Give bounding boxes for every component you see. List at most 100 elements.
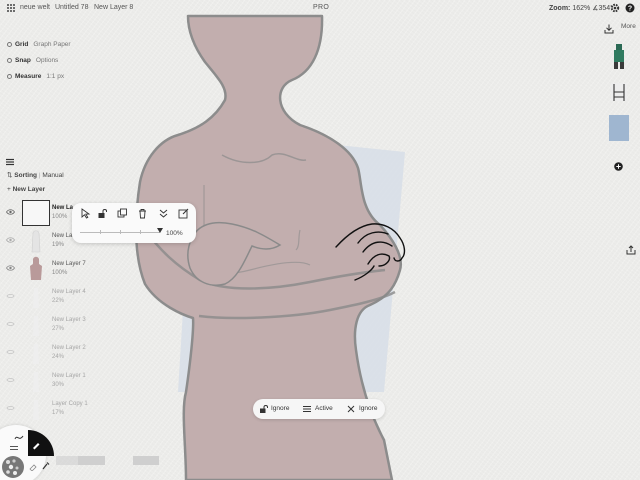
blend-mode-button[interactable]: Active xyxy=(315,405,333,412)
snap-value[interactable]: Options xyxy=(36,57,58,64)
scrubber-segment[interactable] xyxy=(133,456,159,465)
share-icon[interactable] xyxy=(626,242,636,255)
lock-open-icon xyxy=(260,405,268,413)
eye-icon[interactable] xyxy=(6,209,15,215)
reference-figure-thumbnail[interactable] xyxy=(609,43,629,69)
sort-icon: ⇅ xyxy=(7,172,13,179)
snap-radio[interactable] xyxy=(7,58,12,63)
grid-radio[interactable] xyxy=(7,42,12,47)
eye-closed-icon[interactable] xyxy=(6,293,15,299)
scrubber-segment[interactable] xyxy=(56,456,78,465)
add-reference-icon[interactable] xyxy=(614,158,623,171)
opacity-slider-thumb[interactable] xyxy=(157,228,163,233)
breadcrumb-layer[interactable]: New Layer 8 xyxy=(94,4,133,11)
layer-thumbnail xyxy=(22,256,50,282)
snap-toggle[interactable]: Snap Options xyxy=(7,57,58,64)
slider-tick xyxy=(120,230,121,234)
more-button[interactable]: More xyxy=(621,23,636,30)
select-icon[interactable] xyxy=(80,208,91,219)
help-icon[interactable]: ? xyxy=(625,3,635,13)
breadcrumb-separator: · xyxy=(48,4,51,11)
eye-closed-icon[interactable] xyxy=(6,321,15,327)
layer-row[interactable]: New Layer 1 30% xyxy=(4,368,86,394)
settings-gear-icon[interactable] xyxy=(610,3,620,13)
layer-name: New Layer 4 xyxy=(52,289,86,295)
layer-row[interactable]: New La 19% xyxy=(4,228,73,254)
layer-name: New La xyxy=(52,233,73,239)
layer-name: New La xyxy=(52,205,74,211)
layer-opacity: 22% xyxy=(52,298,65,304)
breadcrumb-canvas[interactable]: Untitled 78 xyxy=(55,4,88,11)
layer-name: New Layer 1 xyxy=(52,373,86,379)
gallery-grid-icon[interactable] xyxy=(6,3,16,13)
layer-opacity: 100% xyxy=(52,214,68,220)
layer-row[interactable]: New La 100% xyxy=(4,200,74,226)
trash-icon[interactable] xyxy=(137,208,148,219)
layer-row[interactable]: New Layer 2 24% xyxy=(4,340,86,366)
brush-icon[interactable] xyxy=(31,437,41,450)
layer-opacity: 24% xyxy=(52,354,65,360)
plus-icon: + xyxy=(7,186,11,193)
layers-menu-icon[interactable] xyxy=(6,153,14,166)
layer-name: New Layer 3 xyxy=(52,317,86,323)
measure-value[interactable]: 1:1 px xyxy=(46,73,64,80)
layer-name: Layer Copy 1 xyxy=(52,401,88,407)
layer-opacity: 17% xyxy=(52,410,65,416)
layer-thumbnail xyxy=(22,312,50,338)
snap-label: Snap xyxy=(15,57,31,64)
zoom-readout[interactable]: Zoom: 162% ∡354° xyxy=(549,4,613,12)
grid-label: Grid xyxy=(15,41,29,48)
scrubber-segment[interactable] xyxy=(78,456,105,465)
opacity-value: 100% xyxy=(166,230,183,237)
grid-toggle[interactable]: Grid Graph Paper xyxy=(7,41,71,48)
layer-row[interactable]: New Layer 7 100% xyxy=(4,256,86,282)
merge-down-icon[interactable] xyxy=(158,208,169,219)
new-layer-button[interactable]: + New Layer xyxy=(7,186,45,193)
measure-label: Measure xyxy=(15,73,42,80)
mask-icon xyxy=(347,405,355,413)
mask-mode-button[interactable]: Ignore xyxy=(359,405,377,412)
breadcrumb-separator: · xyxy=(88,4,91,11)
eye-icon[interactable] xyxy=(6,237,15,243)
export-icon[interactable] xyxy=(604,21,614,34)
eye-closed-icon[interactable] xyxy=(6,377,15,383)
layer-thumbnail xyxy=(22,368,50,394)
layer-thumbnail xyxy=(22,284,50,310)
svg-text:?: ? xyxy=(628,6,632,13)
unlock-icon[interactable] xyxy=(97,208,108,219)
eye-closed-icon[interactable] xyxy=(6,405,15,411)
size-slider-toggle[interactable] xyxy=(10,446,18,447)
eye-closed-icon[interactable] xyxy=(6,349,15,355)
breadcrumb-gallery[interactable]: neue welt xyxy=(20,4,50,11)
layer-row[interactable]: Layer Copy 1 17% xyxy=(4,396,88,422)
smudge-icon[interactable] xyxy=(14,429,24,440)
opacity-slider-toggle[interactable] xyxy=(10,449,18,450)
new-layer-label: New Layer xyxy=(12,186,46,193)
brush-preview-chip[interactable] xyxy=(2,456,24,478)
lock-mode-button[interactable]: Ignore xyxy=(271,405,289,412)
reference-color-swatch[interactable] xyxy=(609,115,629,141)
layer-name: New Layer 7 xyxy=(52,261,86,267)
layer-opacity: 100% xyxy=(52,270,68,276)
duplicate-icon[interactable] xyxy=(117,208,128,219)
measure-toggle[interactable]: Measure 1:1 px xyxy=(7,73,64,80)
blend-mode-icon xyxy=(303,406,311,412)
reference-chair-thumbnail[interactable] xyxy=(609,79,629,105)
sorting-divider: | xyxy=(38,172,41,179)
layer-opacity: 30% xyxy=(52,382,65,388)
zoom-value: 162% ∡354° xyxy=(572,5,613,12)
layer-opacity: 27% xyxy=(52,326,65,332)
edit-icon[interactable] xyxy=(178,208,189,219)
eye-icon[interactable] xyxy=(6,265,15,271)
color-picker-icon[interactable] xyxy=(42,457,50,470)
layer-opacity: 19% xyxy=(52,242,65,248)
layer-row[interactable]: New Layer 4 22% xyxy=(4,284,86,310)
measure-radio[interactable] xyxy=(7,74,12,79)
layer-options-popover xyxy=(72,203,196,243)
grid-value[interactable]: Graph Paper xyxy=(33,41,70,48)
slider-tick xyxy=(140,230,141,234)
eraser-icon[interactable] xyxy=(29,458,37,472)
layer-row[interactable]: New Layer 3 27% xyxy=(4,312,86,338)
layer-sorting[interactable]: ⇅ Sorting | Manual xyxy=(7,171,64,179)
layer-thumbnail xyxy=(22,396,50,422)
